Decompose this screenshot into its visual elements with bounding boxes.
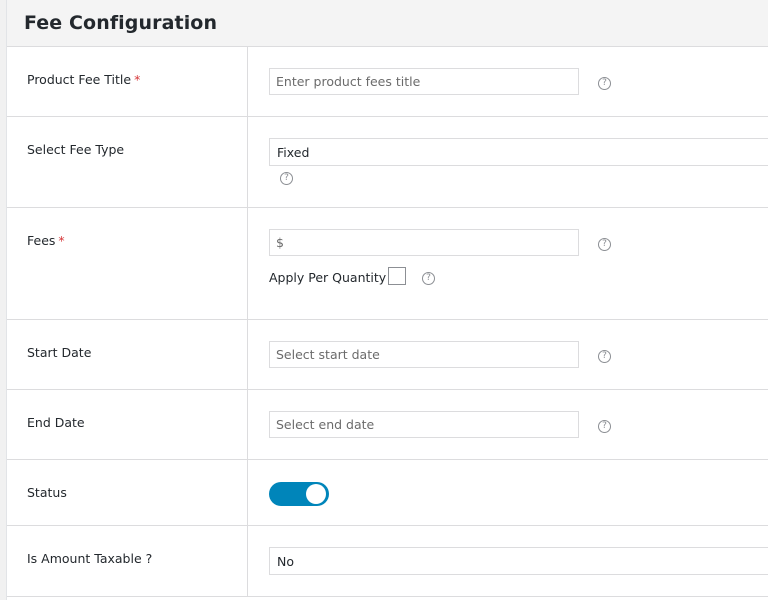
label-cell: End Date xyxy=(7,390,248,459)
row-status: Status xyxy=(7,460,768,526)
row-fees: Fees* ? Apply Per Quantity ? xyxy=(7,208,768,320)
apply-per-quantity-label: Apply Per Quantity xyxy=(269,270,387,285)
label-cell: Fees * xyxy=(7,208,248,319)
label-cell: Status xyxy=(7,460,248,525)
end-date-input[interactable] xyxy=(269,411,579,438)
row-end-date: End Date ? xyxy=(7,390,768,460)
row-fee-type: Select Fee Type Fixed ? xyxy=(7,117,768,208)
fees-input[interactable] xyxy=(269,229,579,256)
label-cell: Is Amount Taxable ? xyxy=(7,526,248,596)
label-cell: Select Fee Type xyxy=(7,117,248,207)
product-fee-title-input[interactable] xyxy=(269,68,579,95)
question-circle-icon[interactable]: ? xyxy=(598,350,611,363)
question-circle-icon[interactable]: ? xyxy=(280,172,293,185)
value-cell: ? xyxy=(248,47,768,116)
taxable-selected-value: No xyxy=(277,553,294,569)
fee-configuration-panel: Fee Configuration Product Fee Title* ? S… xyxy=(6,0,768,600)
value-cell: ? xyxy=(248,320,768,389)
fee-type-select[interactable]: Fixed xyxy=(269,138,768,166)
question-circle-icon[interactable]: ? xyxy=(422,272,435,285)
taxable-label: Is Amount Taxable ? xyxy=(27,551,153,566)
value-cell xyxy=(248,460,768,525)
required-asterisk: * xyxy=(134,72,141,87)
start-date-input[interactable] xyxy=(269,341,579,368)
question-circle-icon[interactable]: ? xyxy=(598,420,611,433)
fee-type-label: Select Fee Type xyxy=(27,142,125,157)
toggle-knob xyxy=(306,484,326,504)
apply-per-quantity-checkbox[interactable] xyxy=(388,266,407,285)
status-toggle[interactable] xyxy=(269,482,329,506)
start-date-label: Start Date xyxy=(27,345,92,360)
row-product-fee-title: Product Fee Title* ? xyxy=(7,47,768,117)
panel-header: Fee Configuration xyxy=(7,0,768,47)
fees-label: Fees xyxy=(27,233,56,248)
question-circle-icon[interactable]: ? xyxy=(598,77,611,90)
required-asterisk: * xyxy=(58,233,65,248)
value-cell: No xyxy=(248,526,768,596)
label-cell: Product Fee Title * xyxy=(7,47,248,116)
apply-per-quantity: Apply Per Quantity xyxy=(269,266,407,285)
page-title: Fee Configuration xyxy=(24,12,218,34)
product-fee-title-label: Product Fee Title xyxy=(27,72,132,87)
taxable-select[interactable]: No xyxy=(269,547,768,575)
end-date-label: End Date xyxy=(27,415,85,430)
question-circle-icon[interactable]: ? xyxy=(598,238,611,251)
status-label: Status xyxy=(27,485,67,500)
label-cell: Start Date xyxy=(7,320,248,389)
value-cell: ? Apply Per Quantity ? xyxy=(248,208,768,319)
value-cell: ? xyxy=(248,390,768,459)
value-cell: Fixed ? xyxy=(248,117,768,207)
fee-type-selected-value: Fixed xyxy=(277,144,310,160)
row-taxable: Is Amount Taxable ? No xyxy=(7,526,768,597)
row-start-date: Start Date ? xyxy=(7,320,768,390)
